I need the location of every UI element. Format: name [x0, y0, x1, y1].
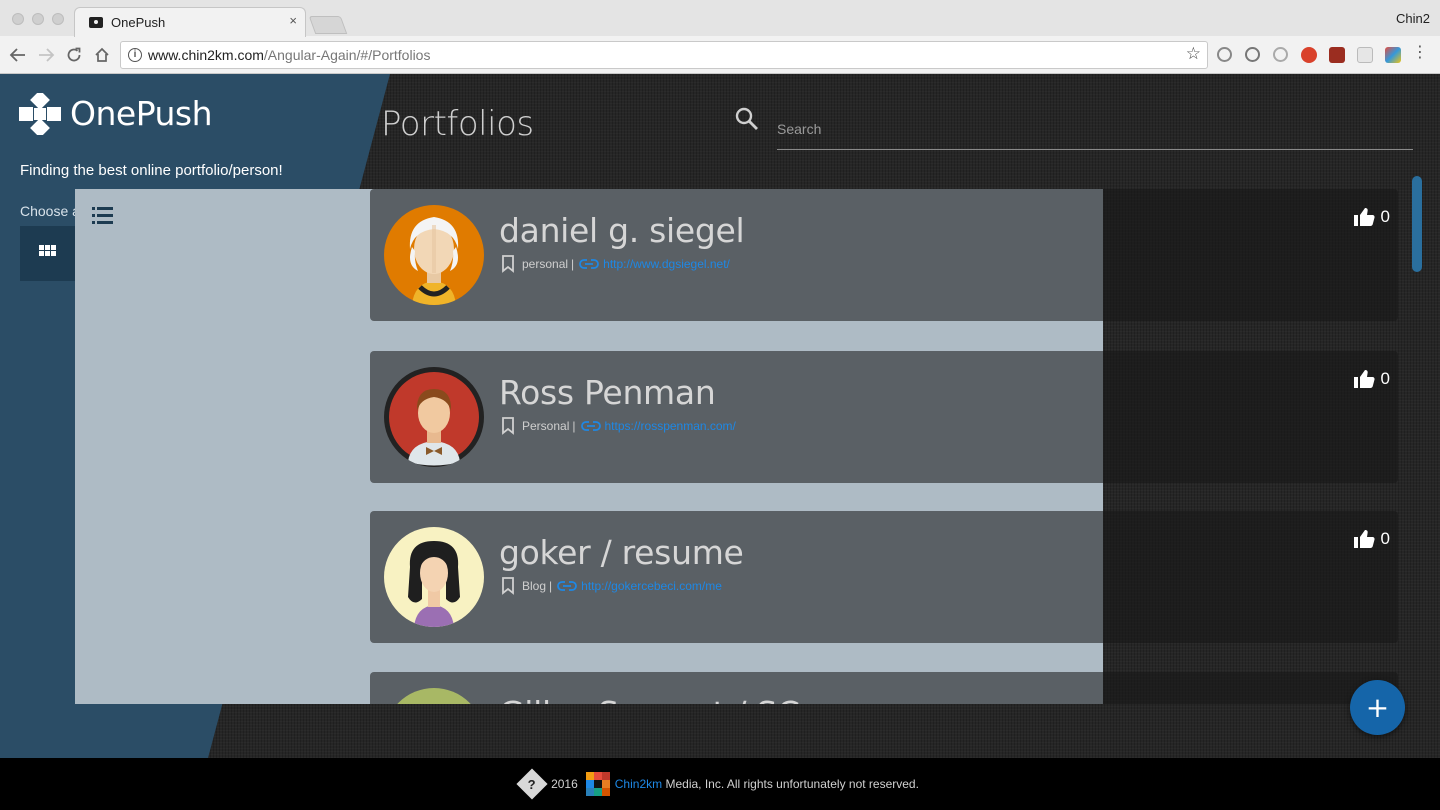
minimize-window-button[interactable]: [32, 13, 44, 25]
footer-year: 2016: [551, 777, 578, 791]
tab-title: OnePush: [111, 15, 166, 30]
portfolio-card[interactable]: Gilles Sergent / SC: [370, 672, 1398, 704]
grid-layout-button[interactable]: [20, 226, 75, 281]
bookmark-icon: [502, 417, 514, 435]
tab-strip: OnePush × Chin2: [0, 0, 1440, 37]
portfolio-link[interactable]: http://www.dgsiegel.net/: [603, 257, 730, 271]
like-count: 0: [1380, 207, 1390, 226]
portfolio-name[interactable]: goker / resume: [499, 533, 744, 572]
app-viewport: OnePush Finding the best online portfoli…: [0, 74, 1440, 758]
portfolio-link[interactable]: http://gokercebeci.com/me: [581, 579, 722, 593]
bookmark-icon: [502, 577, 514, 595]
brand-name: OnePush: [70, 94, 213, 133]
portfolio-meta: personal | http://www.dgsiegel.net/: [501, 253, 730, 275]
ublock-icon[interactable]: [1329, 47, 1345, 63]
url-domain: www.chin2km.com: [148, 47, 264, 63]
bookmark-star-icon[interactable]: ☆: [1186, 44, 1201, 64]
ticket-favicon-icon: [89, 17, 103, 28]
portfolio-category: Personal: [522, 419, 570, 433]
woman-avatar: [384, 527, 484, 627]
browser-menu-icon[interactable]: ⋮: [1412, 45, 1428, 61]
list-icon: [92, 207, 113, 224]
address-bar[interactable]: i www.chin2km.com/Angular-Again/#/Portfo…: [120, 41, 1208, 69]
partial-avatar: [384, 688, 484, 704]
like-count: 0: [1380, 529, 1390, 548]
thumbs-up-icon: [1353, 530, 1375, 548]
thumbs-up-icon: [1353, 208, 1375, 226]
colorful-extension-icon[interactable]: [1385, 47, 1401, 63]
chin2km-logo-icon: [585, 772, 610, 796]
site-info-icon[interactable]: i: [128, 48, 142, 62]
home-icon[interactable]: [92, 46, 112, 64]
new-tab-button[interactable]: [308, 16, 348, 34]
scrollbar-thumb[interactable]: [1412, 176, 1422, 272]
recycle-icon[interactable]: [1217, 47, 1232, 62]
portfolio-name[interactable]: Ross Penman: [499, 373, 716, 412]
portfolio-name[interactable]: Gilles Sergent / SC: [499, 694, 800, 704]
portfolio-card[interactable]: daniel g. siegel personal | http://www.d…: [370, 189, 1398, 321]
old-man-avatar: [384, 205, 484, 305]
portfolio-link[interactable]: https://rosspenman.com/: [605, 419, 736, 433]
portfolio-card[interactable]: Ross Penman Personal | https://rosspenma…: [370, 351, 1398, 483]
adblock-plus-icon[interactable]: [1301, 47, 1317, 63]
ghost-icon[interactable]: [1273, 47, 1288, 62]
close-window-button[interactable]: [12, 13, 24, 25]
tagline: Finding the best online portfolio/person…: [20, 162, 283, 179]
separator: |: [572, 419, 576, 433]
browser-chrome: OnePush × Chin2 i www.chin2km.com/Angula…: [0, 0, 1440, 74]
portfolio-category: personal: [522, 257, 569, 271]
forward-arrow-icon[interactable]: [36, 47, 56, 63]
like-button[interactable]: 0: [1353, 529, 1390, 549]
portfolio-meta: Personal | https://rosspenman.com/: [501, 415, 736, 437]
browser-toolbar: i www.chin2km.com/Angular-Again/#/Portfo…: [0, 37, 1440, 74]
link-icon: [580, 421, 601, 431]
question-badge-icon: ?: [516, 768, 548, 800]
link-icon: [557, 581, 578, 591]
onepush-logo-icon: [19, 93, 61, 135]
like-count: 0: [1380, 369, 1390, 388]
footer-brand-link[interactable]: Chin2km: [615, 777, 662, 791]
footer: ? 2016 Chin2km Media, Inc. All rights un…: [0, 758, 1440, 810]
add-portfolio-button[interactable]: +: [1350, 680, 1405, 735]
url-text[interactable]: www.chin2km.com/Angular-Again/#/Portfoli…: [148, 47, 430, 63]
portfolio-category: Blog: [522, 579, 547, 593]
portfolio-card[interactable]: goker / resume Blog | http://gokercebeci…: [370, 511, 1398, 643]
like-button[interactable]: 0: [1353, 207, 1390, 227]
sync-icon[interactable]: [1245, 47, 1260, 62]
reload-icon[interactable]: [64, 46, 84, 64]
separator: |: [549, 579, 553, 593]
browser-tab[interactable]: OnePush ×: [74, 7, 306, 37]
man-bowtie-avatar: [384, 367, 484, 467]
zoom-window-button[interactable]: [52, 13, 64, 25]
profile-name[interactable]: Chin2: [1396, 11, 1430, 26]
separator: |: [571, 257, 575, 271]
thumbs-up-icon: [1353, 370, 1375, 388]
like-button[interactable]: 0: [1353, 369, 1390, 389]
page-title: Portfolios: [381, 104, 534, 144]
grid-extension-icon[interactable]: [1357, 47, 1373, 63]
badge-glyph: ?: [528, 776, 537, 792]
search-input[interactable]: [777, 112, 1413, 150]
search-icon[interactable]: [734, 106, 760, 132]
grid-icon: [39, 245, 56, 256]
bookmark-icon: [502, 255, 514, 273]
back-arrow-icon[interactable]: [8, 47, 28, 63]
url-path: /Angular-Again/#/Portfolios: [263, 47, 431, 63]
portfolio-meta: Blog | http://gokercebeci.com/me: [501, 575, 722, 597]
portfolio-name[interactable]: daniel g. siegel: [499, 211, 745, 250]
tab-close-icon[interactable]: ×: [289, 13, 297, 28]
link-icon: [579, 259, 600, 269]
footer-text: Media, Inc. All rights unfortunately not…: [665, 777, 919, 791]
portfolio-list: daniel g. siegel personal | http://www.d…: [370, 189, 1398, 704]
